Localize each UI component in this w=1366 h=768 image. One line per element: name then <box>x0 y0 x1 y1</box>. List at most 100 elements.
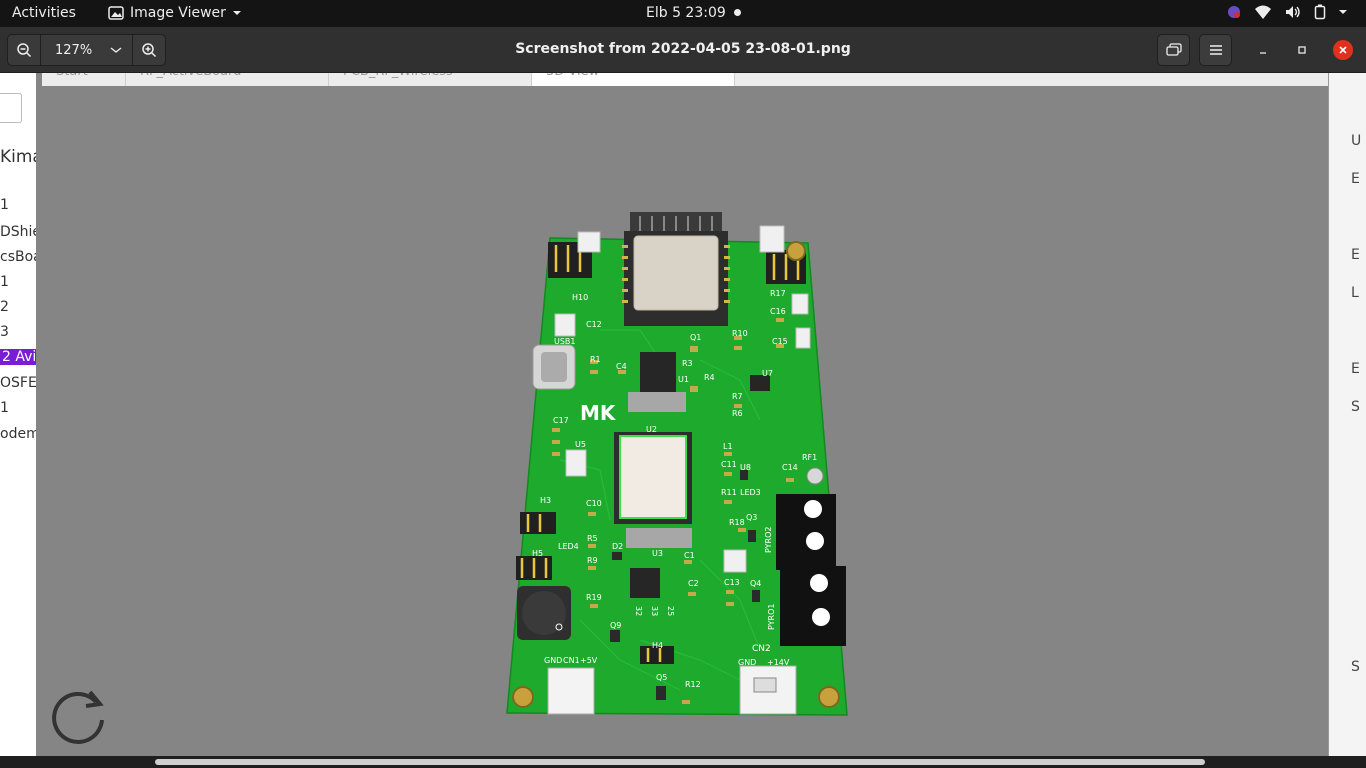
activities-button[interactable]: Activities <box>12 5 76 21</box>
wifi-icon[interactable] <box>1254 4 1272 20</box>
pcb-label: +5V <box>580 656 598 665</box>
pcb-label: R1 <box>590 355 601 364</box>
maximize-button[interactable] <box>1292 40 1312 60</box>
pcb-label: C12 <box>586 320 602 329</box>
pcb-label: U8 <box>740 463 751 472</box>
pcb-label: H5 <box>532 549 543 558</box>
pcb-label: R7 <box>732 392 743 401</box>
ic-u3 <box>630 568 660 598</box>
accessibility-icon[interactable] <box>1226 4 1242 20</box>
chevron-down-icon <box>232 11 241 15</box>
list-item: OSFE <box>0 375 36 391</box>
rf1-connector <box>806 467 824 485</box>
main-menu-button[interactable] <box>1199 34 1232 66</box>
list-item-selected: 2 Avic <box>0 349 36 365</box>
pcb-label: RF1 <box>802 453 817 462</box>
pcb-label: C17 <box>553 416 569 425</box>
gallery-icon <box>1165 43 1182 56</box>
mounting-hole <box>786 241 806 261</box>
app-menu[interactable]: Image Viewer <box>108 5 242 21</box>
background-tab-strip: Start RF_ActiveBoard PCB_RF_Wireless 3D … <box>42 73 1328 86</box>
pcb-label: C1 <box>684 551 695 560</box>
panel-item: S <box>1351 659 1360 675</box>
pcb-label: U2 <box>646 425 657 434</box>
pcb-render: MK CN1 GND +5V CN2 GND +14V USB1 H3 H4 H… <box>506 212 848 716</box>
notification-dot <box>734 9 741 16</box>
connector-mid <box>723 549 747 573</box>
pcb-label: C15 <box>772 337 788 346</box>
pcb-label: C2 <box>688 579 699 588</box>
pcb-label: CN2 <box>752 644 771 654</box>
pcb-label: R19 <box>586 593 602 602</box>
panel-item: E <box>1351 171 1360 187</box>
battery-icon[interactable] <box>1314 4 1326 20</box>
pcb-label: U1 <box>678 375 689 384</box>
pcb-label: PYRO1 <box>767 604 776 630</box>
pcb-label: R12 <box>685 680 701 689</box>
button-right-2 <box>795 327 811 349</box>
header-bar: 127% Screenshot from 2022-04-05 23-08-01… <box>0 27 1366 73</box>
pcb-3d-view: MK CN1 GND +5V CN2 GND +14V USB1 H3 H4 H… <box>42 86 1328 763</box>
maximize-icon <box>1298 46 1306 54</box>
panel-item: E <box>1351 361 1360 377</box>
list-item: odem <box>0 426 36 442</box>
hamburger-icon <box>1209 45 1222 55</box>
pcb-label: Q9 <box>610 621 621 630</box>
pcb-label: D2 <box>612 542 623 551</box>
image-canvas[interactable]: Kima 1 DShie csBoa 1 2 3 2 Avic OSFE 1 o… <box>0 73 1366 768</box>
list-item: 1 <box>0 400 9 416</box>
gallery-button[interactable] <box>1157 34 1190 66</box>
pcb-label: R10 <box>732 329 748 338</box>
scrollbar-thumb[interactable] <box>155 759 1205 765</box>
pcb-label: Q3 <box>746 513 757 522</box>
pcb-label: C11 <box>721 460 737 469</box>
close-button[interactable] <box>1333 40 1353 60</box>
pcb-label: LED3 <box>740 488 761 497</box>
tab: PCB_RF_Wireless <box>329 73 532 86</box>
pcb-label: C16 <box>770 307 786 316</box>
pcb-label: Q4 <box>750 579 761 588</box>
reload-icon[interactable] <box>50 686 110 746</box>
background-left-list: Kima 1 DShie csBoa 1 2 3 2 Avic OSFE 1 o… <box>0 73 36 763</box>
lora-module <box>619 435 687 519</box>
tab: RF_ActiveBoard <box>126 73 329 86</box>
system-tray[interactable] <box>1226 4 1348 20</box>
pcb-label: 33 <box>650 606 659 616</box>
header-u3 <box>626 528 692 548</box>
clock[interactable]: Elb 5 23:09 <box>646 5 726 21</box>
power-menu-icon[interactable] <box>1338 8 1348 16</box>
pcb-label: Q5 <box>656 673 667 682</box>
pcb-label: R18 <box>729 518 745 527</box>
pcb-label: R4 <box>704 373 715 382</box>
pcb-label: LED4 <box>558 542 579 551</box>
horizontal-scrollbar[interactable] <box>0 756 1366 768</box>
connector-top <box>577 231 601 253</box>
minimize-button[interactable] <box>1253 40 1273 60</box>
pcb-label: R5 <box>587 534 598 543</box>
pcb-label: R6 <box>732 409 743 418</box>
connector-cn1 <box>547 667 595 715</box>
pcb-label: GND <box>738 658 756 667</box>
panel-item: U <box>1351 133 1362 149</box>
pcb-label: +14V <box>767 658 790 667</box>
sensor-u5 <box>565 449 587 477</box>
pcb-label: C10 <box>586 499 602 508</box>
pcb-label: R11 <box>721 488 737 497</box>
connector-top-right <box>759 225 785 253</box>
pcb-label: PYRO2 <box>764 527 773 553</box>
list-item: 2 <box>0 299 9 315</box>
pcb-label: L1 <box>723 442 733 451</box>
pcb-label: U5 <box>575 440 586 449</box>
pcb-label: H3 <box>540 496 551 505</box>
tab: Start <box>42 73 126 86</box>
pcb-label: CN1 <box>563 656 580 665</box>
list-item: 3 <box>0 324 9 340</box>
panel-item: S <box>1351 399 1360 415</box>
pcb-label: U3 <box>652 549 663 558</box>
header-h3 <box>520 512 556 534</box>
pcb-label: C14 <box>782 463 798 472</box>
volume-icon[interactable] <box>1284 4 1302 20</box>
list-item: Kima <box>0 147 36 167</box>
pcb-label: C4 <box>616 362 627 371</box>
panel-item: L <box>1351 285 1359 301</box>
